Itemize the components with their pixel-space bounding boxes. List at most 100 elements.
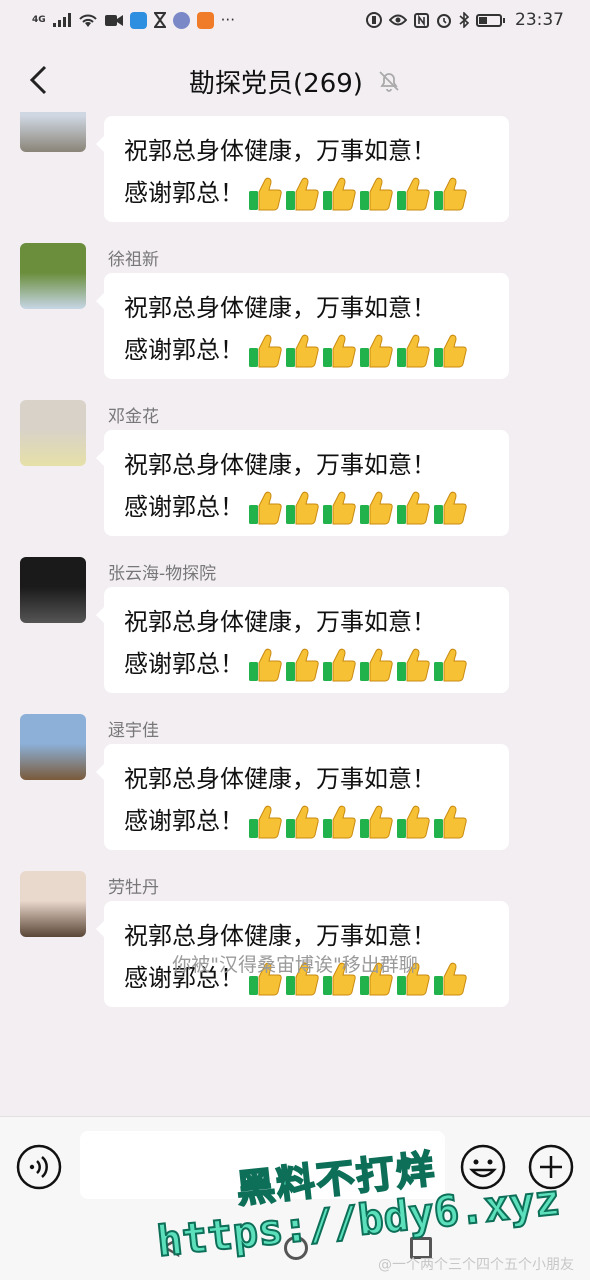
thumbs-up-icon [285,177,320,211]
thumbs-up-icon [322,648,357,682]
avatar[interactable] [20,871,86,937]
avatar[interactable] [20,112,86,152]
thumbs-up-emoji-group [248,334,468,368]
message-item: 劳牡丹 祝郭总身体健康，万事如意！ 感谢郭总！ [0,871,590,1021]
chevron-left-icon [29,65,47,95]
message-item: 逯宇佳祝郭总身体健康，万事如意！ 感谢郭总！ [0,714,590,864]
message-line2: 感谢郭总！ [124,329,509,371]
message-bubble[interactable]: 祝郭总身体健康，万事如意！ 感谢郭总！ [96,430,509,536]
message-item: 徐祖新祝郭总身体健康，万事如意！ 感谢郭总！ [0,243,590,393]
message-text-line1: 祝郭总身体健康，万事如意！ [124,608,436,636]
mute-bell-icon [379,71,399,92]
avatar[interactable] [20,557,86,623]
thumbs-up-icon [285,648,320,682]
eye-icon [389,14,407,26]
thumbs-up-icon [322,805,357,839]
vibrate-icon [366,12,382,28]
system-message: 你被"汉得桑宙博诶"移出群聊 [172,954,418,976]
message-text-line1: 祝郭总身体健康，万事如意！ [124,137,436,165]
sender-name: 张云海-物探院 [108,564,217,584]
message-line2: 感谢郭总！ [124,172,509,214]
thumbs-up-icon [433,334,468,368]
message-text-line1: 祝郭总身体健康，万事如意！ [124,765,436,793]
more-icon: ··· [220,10,235,29]
thumbs-up-icon [359,334,394,368]
message-bubble[interactable]: 祝郭总身体健康，万事如意！ 感谢郭总！ [96,587,509,693]
bluetooth-icon [459,12,469,28]
thumbs-up-icon [359,491,394,525]
thumbs-up-icon [248,805,283,839]
signal-icon [52,13,71,27]
thumbs-up-icon [396,805,431,839]
battery-icon [476,13,505,27]
chat-header: 勘探党员(269) [0,52,590,110]
avatar[interactable] [20,400,86,466]
hourglass-icon [153,12,166,28]
thumbs-up-icon [433,177,468,211]
thumbs-up-icon [396,177,431,211]
wifi-icon [78,14,97,27]
message-bubble[interactable]: 祝郭总身体健康，万事如意！ 感谢郭总！ [96,744,509,850]
message-text-line2: 感谢郭总！ [124,179,244,207]
sender-name: 邓金花 [108,407,159,427]
message-item: 张云海-物探院祝郭总身体健康，万事如意！ 感谢郭总！ [0,557,590,707]
page-title: 勘探党员(269) [189,68,363,99]
thumbs-up-emoji-group [248,805,468,839]
thumbs-up-icon [322,334,357,368]
thumbs-up-icon [322,177,357,211]
thumbs-up-icon [396,648,431,682]
thumbs-up-icon [285,334,320,368]
status-bar: 4G ··· 23:37 [0,0,590,40]
thumbs-up-icon [359,648,394,682]
back-button[interactable] [18,60,58,100]
message-line2: 感谢郭总！ [124,643,509,685]
app-icon-blue [129,11,147,29]
thumbs-up-emoji-group [248,491,468,525]
thumbs-up-icon [248,648,283,682]
camera-icon [104,14,123,26]
sender-name: 刘晶 [108,112,142,113]
clock: 23:37 [515,10,564,30]
message-text-line2: 感谢郭总！ [124,807,244,835]
thumbs-up-icon [248,491,283,525]
avatar[interactable] [20,714,86,780]
thumbs-up-icon [285,491,320,525]
message-text-line2: 感谢郭总！ [124,650,244,678]
app-icon-avatar [172,11,190,29]
message-item: 邓金花祝郭总身体健康，万事如意！ 感谢郭总！ [0,400,590,550]
message-text-line1: 祝郭总身体健康，万事如意！ [124,451,436,479]
message-item: 刘晶祝郭总身体健康，万事如意！ 感谢郭总！ [0,112,590,236]
message-text-line2: 感谢郭总！ [124,493,244,521]
avatar[interactable] [20,243,86,309]
thumbs-up-icon [359,805,394,839]
sender-name: 逯宇佳 [108,721,159,741]
thumbs-up-icon [285,805,320,839]
sender-name: 徐祖新 [108,250,159,270]
message-bubble[interactable]: 祝郭总身体健康，万事如意！ 感谢郭总！ [96,273,509,379]
voice-icon[interactable] [16,1144,62,1190]
thumbs-up-icon [248,177,283,211]
thumbs-up-icon [322,491,357,525]
status-bar-right: 23:37 [366,10,564,30]
thumbs-up-emoji-group [248,177,468,211]
message-text-line2: 感谢郭总！ [124,336,244,364]
message-bubble[interactable]: 祝郭总身体健康，万事如意！ 感谢郭总！ [96,116,509,222]
thumbs-up-icon [433,491,468,525]
thumbs-up-icon [433,648,468,682]
message-text-line1: 祝郭总身体健康，万事如意！ [124,294,436,322]
watermark-credit: @一个两个三个四个五个小朋友 [378,1257,574,1273]
message-line2: 感谢郭总！ [124,800,509,842]
alarm-icon [437,14,451,28]
status-bar-left: 4G ··· [32,10,235,29]
thumbs-up-emoji-group [248,648,468,682]
thumbs-up-icon [433,805,468,839]
thumbs-up-icon [396,334,431,368]
thumbs-up-icon [396,491,431,525]
sender-name: 劳牡丹 [108,878,159,898]
thumbs-up-icon [248,334,283,368]
thumbs-up-icon [359,177,394,211]
nfc-icon [414,12,429,28]
app-icon-orange [196,11,214,29]
message-line2: 感谢郭总！ [124,486,509,528]
title-wrap: 勘探党员(269) [189,63,401,100]
